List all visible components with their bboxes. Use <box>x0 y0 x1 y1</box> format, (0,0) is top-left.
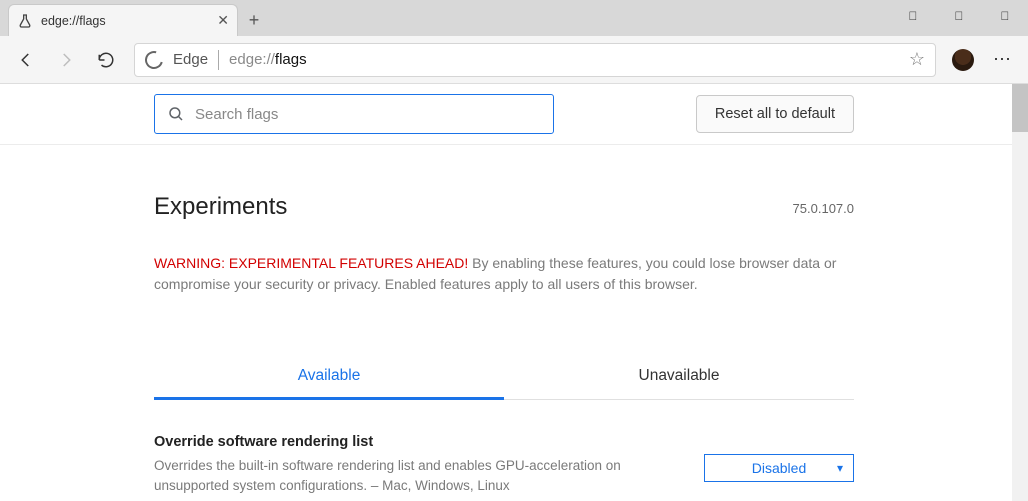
flask-icon <box>17 13 33 29</box>
edge-label: Edge <box>173 51 208 68</box>
flag-tabs: Available Unavailable <box>154 353 854 400</box>
flag-select-value: Disabled <box>752 460 806 476</box>
reset-all-button[interactable]: Reset all to default <box>696 95 854 133</box>
version-text: 75.0.107.0 <box>793 201 854 216</box>
favorite-icon[interactable]: ☆ <box>909 49 925 70</box>
forward-button[interactable] <box>48 42 84 78</box>
warning-prefix: WARNING: EXPERIMENTAL FEATURES AHEAD! <box>154 255 468 271</box>
back-button[interactable] <box>8 42 44 78</box>
close-tab-icon[interactable]: ✕ <box>217 12 229 29</box>
search-input[interactable] <box>195 106 541 123</box>
window-controls:    <box>890 0 1028 32</box>
profile-avatar[interactable] <box>952 49 974 71</box>
search-flags-box[interactable] <box>154 94 554 134</box>
new-tab-button[interactable]: + <box>238 4 270 36</box>
flag-row: Override software rendering list Overrid… <box>154 434 854 501</box>
refresh-button[interactable] <box>88 42 124 78</box>
flag-description: Overrides the built-in software renderin… <box>154 456 684 495</box>
divider <box>218 50 219 70</box>
tab-available[interactable]: Available <box>154 353 504 399</box>
page-content: Reset all to default 75.0.107.0 Experime… <box>0 84 1028 501</box>
url-text: edge://flags <box>229 51 307 68</box>
vertical-scrollbar[interactable] <box>1012 84 1028 501</box>
top-controls: Reset all to default <box>0 84 1028 145</box>
more-menu-button[interactable]: ⋯ <box>984 42 1020 78</box>
maximize-button[interactable]:  <box>936 0 982 32</box>
browser-toolbar: Edge edge://flags ☆ ⋯ <box>0 36 1028 84</box>
tab-title: edge://flags <box>41 14 209 28</box>
flag-select[interactable]: Disabled <box>704 454 854 482</box>
minimize-button[interactable]:  <box>890 0 936 32</box>
browser-tab[interactable]: edge://flags ✕ <box>8 4 238 36</box>
search-icon <box>167 105 185 123</box>
scrollbar-thumb[interactable] <box>1012 84 1028 132</box>
window-titlebar: edge://flags ✕ +    <box>0 0 1028 36</box>
warning-text: WARNING: EXPERIMENTAL FEATURES AHEAD! By… <box>154 253 854 295</box>
flag-title: Override software rendering list <box>154 434 684 450</box>
close-window-button[interactable]:  <box>982 0 1028 32</box>
page-title: Experiments <box>154 193 854 221</box>
address-bar[interactable]: Edge edge://flags ☆ <box>134 43 936 77</box>
edge-logo-icon <box>142 47 167 72</box>
tab-unavailable[interactable]: Unavailable <box>504 353 854 399</box>
